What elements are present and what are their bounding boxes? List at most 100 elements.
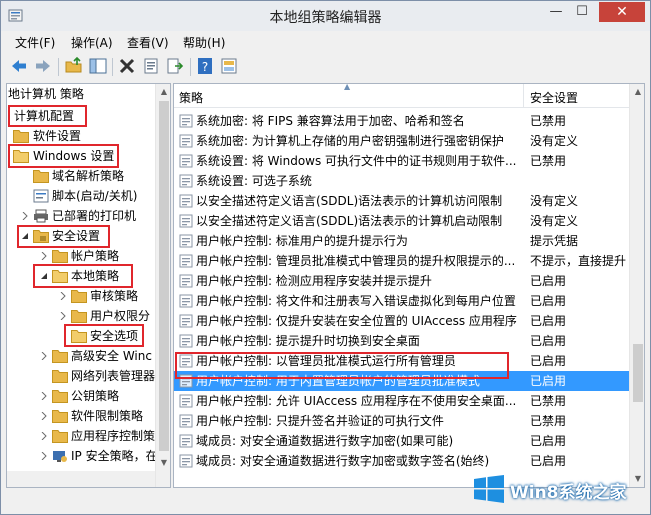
collapse-arrow-icon[interactable] — [21, 232, 29, 240]
expand-arrow-icon[interactable] — [40, 392, 48, 400]
policy-setting-icon — [179, 254, 193, 268]
scroll-up-arrow-icon[interactable]: ▲ — [630, 84, 644, 100]
folder-icon — [71, 290, 87, 303]
tree-item-dns-policy[interactable]: 域名解析策略 — [7, 166, 155, 186]
up-folder-icon[interactable] — [64, 56, 84, 76]
properties-icon[interactable] — [141, 56, 161, 76]
expand-arrow-icon[interactable] — [40, 452, 48, 460]
policy-row[interactable]: 以安全描述符定义语言(SDDL)语法表示的计算机访问限制 没有定义 — [174, 191, 629, 211]
tree-item-windows-settings[interactable]: Windows 设置 — [7, 146, 155, 166]
policy-value: 提示凭据 — [530, 234, 579, 248]
folder-icon — [52, 250, 68, 263]
maximize-button[interactable]: ☐ — [569, 2, 595, 22]
policy-name: 系统设置: 将 Windows 可执行文件中的证书规则用于软件... — [196, 154, 517, 168]
expand-arrow-icon[interactable] — [40, 412, 48, 420]
policy-row[interactable]: 系统设置: 可选子系统 — [174, 171, 629, 191]
policy-setting-icon — [179, 234, 193, 248]
policy-list-pane[interactable]: ▲ 策略 安全设置 系统加密: 将 FIPS 兼容算法用于加密、哈希和签名 已禁用… — [173, 83, 645, 488]
policy-row[interactable]: 系统加密: 将 FIPS 兼容算法用于加密、哈希和签名 已禁用 — [174, 111, 629, 131]
policy-setting-icon — [179, 274, 193, 288]
policy-value: 已禁用 — [530, 154, 567, 168]
back-icon[interactable] — [9, 56, 29, 76]
policy-setting-icon — [179, 314, 193, 328]
policy-row[interactable]: 系统设置: 将 Windows 可执行文件中的证书规则用于软件... 已禁用 — [174, 151, 629, 171]
tree-item-local-policies[interactable]: 本地策略 — [7, 266, 155, 286]
filter-view-icon[interactable] — [219, 56, 239, 76]
tree-item-advanced-firewall[interactable]: 高级安全 Winc — [7, 346, 155, 366]
policy-value: 已启用 — [530, 454, 567, 468]
tree-root-item[interactable]: 地计算机 策略 — [7, 84, 155, 104]
policy-row[interactable]: 用户帐户控制: 将文件和注册表写入错误虚拟化到每用户位置 已启用 — [174, 291, 629, 311]
policy-row[interactable]: 域成员: 对安全通道数据进行数字加密或数字签名(始终) 已启用 — [174, 451, 629, 471]
tree-item-network-list[interactable]: 网络列表管理器 — [7, 366, 155, 386]
collapse-arrow-icon[interactable] — [40, 272, 48, 280]
tree-horizontal-scrollbar[interactable] — [7, 471, 155, 487]
policy-row[interactable]: 以安全描述符定义语言(SDDL)语法表示的计算机启动限制 没有定义 — [174, 211, 629, 231]
policy-row[interactable]: 用户帐户控制: 只提升签名并验证的可执行文件 已禁用 — [174, 411, 629, 431]
expand-arrow-icon[interactable] — [59, 292, 67, 300]
security-folder-icon — [33, 230, 49, 243]
policy-row[interactable]: 用户帐户控制: 标准用户的提升提示行为 提示凭据 — [174, 231, 629, 251]
list-vertical-scrollbar[interactable]: ▲ ▼ — [629, 84, 644, 487]
export-list-icon[interactable] — [165, 56, 185, 76]
menu-action[interactable]: 操作(A) — [71, 34, 113, 51]
expand-arrow-icon[interactable] — [40, 252, 48, 260]
forward-icon[interactable] — [33, 56, 53, 76]
close-button[interactable]: ✕ — [599, 2, 645, 22]
tree-item-app-control[interactable]: 应用程序控制策 — [7, 426, 155, 446]
policy-row[interactable]: 系统加密: 为计算机上存储的用户密钥强制进行强密钥保护 没有定义 — [174, 131, 629, 151]
policy-row-selected[interactable]: 用户帐户控制: 用于内置管理员帐户的管理员批准模式 已启用 — [174, 371, 629, 391]
policy-row[interactable]: 域成员: 对安全通道数据进行数字加密(如果可能) 已启用 — [174, 431, 629, 451]
policy-row[interactable]: 用户帐户控制: 以管理员批准模式运行所有管理员 已启用 — [174, 351, 629, 371]
tree-item-user-rights[interactable]: 用户权限分 — [7, 306, 155, 326]
menu-file[interactable]: 文件(F) — [15, 34, 55, 51]
policy-setting-icon — [179, 394, 193, 408]
policy-row[interactable]: 用户帐户控制: 管理员批准模式中管理员的提升权限提示的... 不提示，直接提升 — [174, 251, 629, 271]
policy-setting-icon — [179, 454, 193, 468]
windows-logo-icon — [474, 475, 504, 503]
policy-row[interactable]: 用户帐户控制: 仅提升安装在安全位置的 UIAccess 应用程序 已启用 — [174, 311, 629, 331]
minimize-button[interactable]: — — [543, 2, 569, 22]
scroll-thumb[interactable] — [633, 344, 643, 402]
policy-setting-icon — [179, 174, 193, 188]
tree-item-software-restriction[interactable]: 软件限制策略 — [7, 406, 155, 426]
expand-arrow-icon[interactable] — [40, 432, 48, 440]
tree-item-computer-config[interactable]: 计算机配置 — [7, 106, 155, 126]
policy-value: 已启用 — [530, 434, 567, 448]
policy-row[interactable]: 用户帐户控制: 允许 UIAccess 应用程序在不使用安全桌面... 已禁用 — [174, 391, 629, 411]
watermark-text: Win8系统之家 — [510, 483, 627, 503]
show-tree-icon[interactable] — [88, 56, 108, 76]
help-icon[interactable]: ? — [195, 56, 215, 76]
column-header-setting[interactable]: 安全设置 — [530, 89, 578, 106]
scroll-up-arrow-icon[interactable]: ▲ — [156, 84, 170, 100]
expand-arrow-icon[interactable] — [40, 352, 48, 360]
policy-setting-icon — [179, 434, 193, 448]
scroll-down-arrow-icon[interactable]: ▼ — [156, 455, 170, 471]
menu-view[interactable]: 查看(V) — [127, 34, 169, 51]
tree-item-account-policies[interactable]: 帐户策略 — [7, 246, 155, 266]
tree-item-audit-policy[interactable]: 审核策略 — [7, 286, 155, 306]
expand-arrow-icon[interactable] — [21, 212, 29, 220]
policy-name: 域成员: 对安全通道数据进行数字加密或数字签名(始终) — [196, 454, 490, 468]
title-bar[interactable]: 本地组策略编辑器 — ☐ ✕ — [1, 1, 650, 31]
scroll-thumb[interactable] — [159, 101, 169, 451]
tree-item-software-settings[interactable]: 软件设置 — [7, 126, 155, 146]
tree-item-deployed-printers[interactable]: 已部署的打印机 — [7, 206, 155, 226]
tree-item-security-options[interactable]: 安全选项 — [7, 326, 155, 346]
tree-item-public-key[interactable]: 公钥策略 — [7, 386, 155, 406]
folder-icon — [71, 310, 87, 323]
column-header-policy[interactable]: 策略 — [179, 89, 203, 106]
tree-item-scripts[interactable]: 脚本(启动/关机) — [7, 186, 155, 206]
tree-vertical-scrollbar[interactable]: ▲ ▼ — [155, 84, 170, 487]
policy-name: 以安全描述符定义语言(SDDL)语法表示的计算机访问限制 — [196, 194, 503, 208]
policy-row[interactable]: 用户帐户控制: 提示提升时切换到安全桌面 已启用 — [174, 331, 629, 351]
policy-setting-icon — [179, 154, 193, 168]
tree-item-ip-security[interactable]: IP 安全策略，在 — [7, 446, 158, 466]
menu-help[interactable]: 帮助(H) — [183, 34, 225, 51]
delete-icon[interactable] — [117, 56, 137, 76]
console-tree-pane[interactable]: 地计算机 策略 计算机配置 软件设置 Windows 设置 域名解析策略 脚本(… — [6, 83, 171, 488]
tree-item-security-settings[interactable]: 安全设置 — [7, 226, 155, 246]
expand-arrow-icon[interactable] — [59, 312, 67, 320]
policy-row[interactable]: 用户帐户控制: 检测应用程序安装并提示提升 已启用 — [174, 271, 629, 291]
svg-text:?: ? — [202, 60, 208, 74]
